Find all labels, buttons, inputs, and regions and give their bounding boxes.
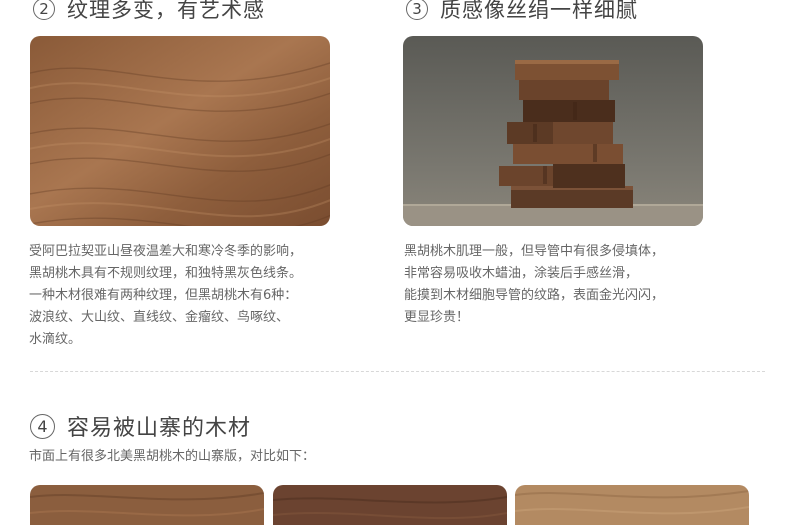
description-line: 黑胡桃木肌理一般，但导管中有很多侵填体，	[404, 244, 665, 259]
description-line: 黑胡桃木具有不规则纹理，和独特黑灰色线条。	[29, 266, 303, 281]
wood-sample-3	[515, 485, 749, 525]
section-title: 容易被山寨的木材	[67, 416, 252, 441]
section-2-description: 受阿巴拉契亚山昼夜温差大和寒冷冬季的影响， 黑胡桃木具有不规则纹理，和独特黑灰色…	[29, 241, 369, 351]
description-line: 能摸到木材细胞导管的纹路，表面金光闪闪，	[404, 288, 665, 303]
wood-sample-1	[30, 485, 264, 525]
section-title: 纹理多变，有艺术感	[67, 0, 265, 22]
stacked-walnut-blocks-photo	[403, 36, 703, 226]
description-line: 波浪纹、大山纹、直线纹、金瘤纹、鸟啄纹、	[29, 310, 290, 325]
description-line: 受阿巴拉契亚山昼夜温差大和寒冷冬季的影响，	[29, 244, 303, 259]
wood-sample-2	[273, 485, 507, 525]
walnut-grain-photo	[30, 36, 330, 226]
description-line: 非常容易吸收木蜡油，涂装后手感丝滑，	[404, 266, 639, 281]
description-line: 水滴纹。	[29, 332, 82, 347]
section-4-subtitle: 市面上有很多北美黑胡桃木的山寨版，对比如下：	[29, 449, 316, 464]
section-3-description: 黑胡桃木肌理一般，但导管中有很多侵填体， 非常容易吸收木蜡油，涂装后手感丝滑， …	[404, 241, 744, 329]
section-number-badge: 3	[406, 0, 428, 20]
section-number-badge: 4	[30, 413, 55, 439]
section-4-header: 4 容易被山寨的木材	[30, 410, 251, 442]
section-2-header: 2 纹理多变，有艺术感	[33, 0, 265, 24]
description-line: 更显珍贵！	[404, 310, 470, 325]
section-divider	[30, 371, 765, 372]
description-line: 一种木材很难有两种纹理，但黑胡桃木有6种：	[29, 288, 298, 303]
section-number-badge: 2	[33, 0, 55, 20]
section-title: 质感像丝绢一样细腻	[440, 0, 638, 22]
section-3-header: 3 质感像丝绢一样细腻	[406, 0, 638, 24]
